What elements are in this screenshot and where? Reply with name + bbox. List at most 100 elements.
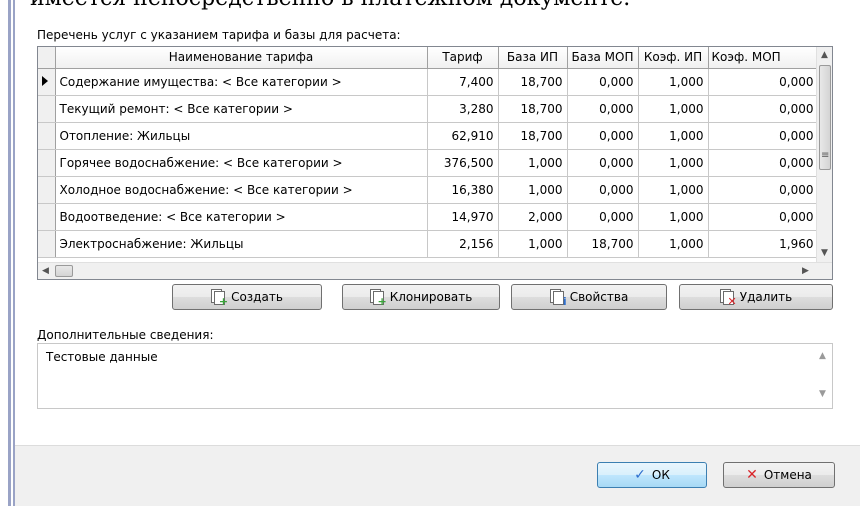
column-header-tariff[interactable]: Тариф — [427, 47, 499, 69]
checkmark-icon: ✓ — [634, 467, 646, 483]
cell-base-ip[interactable]: 18,700 — [498, 68, 568, 96]
column-header-base-ip[interactable]: База ИП — [498, 47, 568, 69]
table-row[interactable]: Текущий ремонт: < Все категории >3,280 18… — [38, 95, 819, 123]
row-indicator[interactable] — [38, 122, 56, 150]
cell-name[interactable]: Текущий ремонт: < Все категории > — [55, 95, 428, 123]
row-indicator[interactable] — [38, 95, 56, 123]
row-indicator[interactable] — [38, 230, 56, 258]
cell-coef-ip[interactable]: 1,000 — [638, 122, 709, 150]
cancel-button[interactable]: ✕ Отмена — [723, 462, 835, 488]
scroll-up-icon[interactable]: ▲ — [821, 51, 828, 60]
extra-info-scrollbar[interactable]: ▲ ▼ — [815, 344, 832, 408]
cell-coef-mop[interactable]: 0,000 — [708, 95, 819, 123]
cell-coef-ip[interactable]: 1,000 — [638, 95, 709, 123]
row-indicator[interactable] — [38, 176, 56, 204]
cell-base-mop[interactable]: 0,000 — [567, 68, 639, 96]
scroll-down-icon[interactable]: ▼ — [821, 249, 828, 258]
cell-coef-mop[interactable]: 0,000 — [708, 203, 819, 231]
cell-coef-mop[interactable]: 0,000 — [708, 149, 819, 177]
cell-name[interactable]: Электроснабжение: Жильцы — [55, 230, 428, 258]
cell-tariff[interactable]: 62,910 — [427, 122, 499, 150]
scroll-grip-icon: ≡ — [821, 150, 830, 161]
cell-name[interactable]: Содержание имущества: < Все категории > — [55, 68, 428, 96]
create-button-label: Создать — [231, 290, 283, 304]
properties-button-label: Свойства — [569, 290, 629, 304]
cell-coef-mop[interactable]: 1,960 — [708, 230, 819, 258]
tariff-grid[interactable]: Наименование тарифа Тариф База ИП База М… — [37, 46, 833, 280]
horizontal-scroll-thumb[interactable] — [55, 265, 73, 277]
scroll-right-icon[interactable]: ▶ — [802, 267, 809, 276]
delete-document-icon: ✕ — [719, 289, 737, 307]
cell-coef-ip[interactable]: 1,000 — [638, 230, 709, 258]
table-row[interactable]: Водоотведение: < Все категории >14,970 2,… — [38, 203, 819, 231]
cell-base-ip[interactable]: 18,700 — [498, 95, 568, 123]
extra-info-caption: Дополнительные сведения: — [37, 328, 214, 342]
row-indicator[interactable] — [38, 68, 56, 96]
cell-coef-mop[interactable]: 0,000 — [708, 122, 819, 150]
cell-base-mop[interactable]: 0,000 — [567, 203, 639, 231]
column-header-name[interactable]: Наименование тарифа — [55, 47, 428, 69]
cell-name[interactable]: Отопление: Жильцы — [55, 122, 428, 150]
table-header-row: Наименование тарифа Тариф База ИП База М… — [38, 47, 819, 69]
background-document-text: имеется непосредственно в платежном доку… — [30, 0, 630, 11]
cell-base-ip[interactable]: 1,000 — [498, 230, 568, 258]
tariff-table: Наименование тарифа Тариф База ИП База М… — [38, 47, 819, 258]
cell-coef-ip[interactable]: 1,000 — [638, 203, 709, 231]
add-document-icon: + — [211, 289, 228, 307]
extra-info-field[interactable]: Тестовые данные ▲ ▼ — [37, 343, 833, 409]
cell-base-ip[interactable]: 1,000 — [498, 149, 568, 177]
row-indicator[interactable] — [38, 149, 56, 177]
properties-button[interactable]: i Свойства — [511, 284, 667, 310]
horizontal-scrollbar[interactable]: ◀ ▶ — [38, 262, 832, 279]
clone-button-label: Клонировать — [389, 290, 473, 304]
cell-tariff[interactable]: 14,970 — [427, 203, 499, 231]
cell-name[interactable]: Горячее водоснабжение: < Все категории > — [55, 149, 428, 177]
memo-scroll-down-icon[interactable]: ▼ — [819, 390, 826, 399]
ok-button[interactable]: ✓ ОК — [597, 462, 707, 488]
cell-name[interactable]: Холодное водоснабжение: < Все категории … — [55, 176, 428, 204]
table-row[interactable]: Электроснабжение: Жильцы 2,156 1,000 18,700… — [38, 230, 819, 258]
table-row[interactable]: Горячее водоснабжение: < Все категории >… — [38, 149, 819, 177]
document-info-icon: i — [549, 289, 567, 307]
table-row[interactable]: Содержание имущества: < Все категории >7… — [38, 68, 819, 96]
clone-button[interactable]: + Клонировать — [342, 284, 500, 310]
cell-tariff[interactable]: 7,400 — [427, 68, 499, 96]
cell-base-ip[interactable]: 18,700 — [498, 122, 568, 150]
cell-coef-mop[interactable]: 0,000 — [708, 176, 819, 204]
cell-coef-ip[interactable]: 1,000 — [638, 149, 709, 177]
column-header-base-mop[interactable]: База МОП — [567, 47, 639, 69]
cancel-x-icon: ✕ — [746, 467, 758, 483]
content-panel: Перечень услуг с указанием тарифа и базы… — [15, 12, 860, 446]
scroll-left-icon[interactable]: ◀ — [42, 267, 49, 276]
row-indicator-header — [38, 47, 56, 69]
current-row-pointer-icon — [42, 76, 48, 86]
vertical-scrollbar[interactable]: ▲ ≡ ▼ — [816, 47, 832, 263]
table-row[interactable]: Холодное водоснабжение: < Все категории … — [38, 176, 819, 204]
cell-name[interactable]: Водоотведение: < Все категории > — [55, 203, 428, 231]
cell-base-mop[interactable]: 0,000 — [567, 95, 639, 123]
cell-coef-mop[interactable]: 0,000 — [708, 68, 819, 96]
row-indicator[interactable] — [38, 203, 56, 231]
delete-button-label: Удалить — [739, 290, 793, 304]
cell-tariff[interactable]: 3,280 — [427, 95, 499, 123]
delete-button[interactable]: ✕ Удалить — [679, 284, 833, 310]
column-header-coef-ip[interactable]: Коэф. ИП — [638, 47, 709, 69]
cell-tariff[interactable]: 2,156 — [427, 230, 499, 258]
cell-base-mop[interactable]: 18,700 — [567, 230, 639, 258]
cell-base-mop[interactable]: 0,000 — [567, 176, 639, 204]
services-caption: Перечень услуг с указанием тарифа и базы… — [37, 28, 401, 42]
create-button[interactable]: + Создать — [172, 284, 322, 310]
cell-base-mop[interactable]: 0,000 — [567, 149, 639, 177]
cell-coef-ip[interactable]: 1,000 — [638, 176, 709, 204]
cell-tariff[interactable]: 16,380 — [427, 176, 499, 204]
cancel-button-label: Отмена — [763, 468, 812, 482]
table-row[interactable]: Отопление: Жильцы 62,910 18,700 0,000 1,000 0… — [38, 122, 819, 150]
memo-scroll-up-icon[interactable]: ▲ — [819, 352, 826, 361]
left-window-border — [8, 0, 11, 506]
cell-base-ip[interactable]: 1,000 — [498, 176, 568, 204]
cell-base-ip[interactable]: 2,000 — [498, 203, 568, 231]
cell-tariff[interactable]: 376,500 — [427, 149, 499, 177]
cell-base-mop[interactable]: 0,000 — [567, 122, 639, 150]
column-header-coef-mop[interactable]: Коэф. МОП — [708, 47, 819, 69]
cell-coef-ip[interactable]: 1,000 — [638, 68, 709, 96]
